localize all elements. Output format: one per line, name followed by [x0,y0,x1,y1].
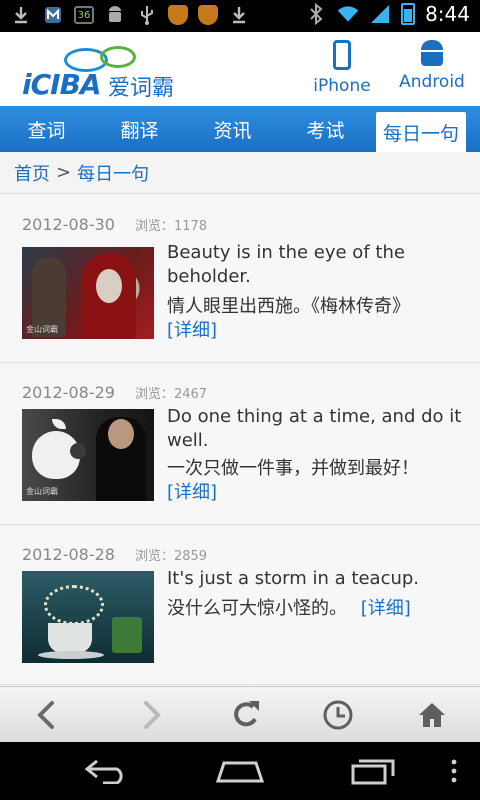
android-icon [104,4,126,26]
back-icon[interactable] [26,697,66,733]
breadcrumb-separator: > [56,162,72,183]
iciba-logo[interactable]: iCIBA 爱词霸 [22,44,182,101]
home-icon[interactable] [412,697,452,733]
entry-detail-link[interactable]: [详细] [167,481,217,505]
entry-date: 2012-08-29 [22,383,115,402]
bluetooth-icon [305,3,327,25]
entry-date: 2012-08-28 [22,545,115,564]
sentence-list: 2012-08-30 浏览：1178 金山词霸 Beauty is in the… [0,195,480,685]
list-item[interactable]: 2012-08-30 浏览：1178 金山词霸 Beauty is in the… [0,195,480,363]
entry-meta: 2012-08-29 浏览：2467 [22,383,207,402]
entry-english: It's just a storm in a teacup. [167,568,420,589]
entry-chinese: 没什么可大惊小怪的。 [167,598,347,619]
system-status: 8:44 [305,2,470,26]
nav-item-translate[interactable]: 翻译 [93,106,186,152]
logo-cn-text: 爱词霸 [108,76,175,101]
download-icon [10,4,32,26]
thumbnail-watermark: 金山词霸 [26,487,58,496]
forward-icon[interactable] [132,697,172,733]
entry-english: Beauty is in the eye of the beholder. [167,242,405,287]
signal-icon [369,3,391,25]
entry-chinese-row: 没什么可大惊小怪的。 [详细] [167,597,411,621]
entry-detail-link[interactable]: [详细] [167,319,217,343]
entry-thumbnail[interactable]: 金山词霸 [22,409,154,501]
system-menu-icon[interactable] [446,754,462,788]
entry-views: 浏览：2467 [134,387,208,402]
notification-icons: 36 [10,4,250,26]
entry-english: Do one thing at a time, and do it well. [167,406,462,451]
entry-date: 2012-08-30 [22,215,115,234]
battery-36-icon: 36 [74,6,94,24]
entry-chinese: 一次只做一件事，并做到最好！ [167,458,419,479]
iphone-label: iPhone [313,76,371,96]
iphone-link[interactable]: iPhone [312,40,372,96]
battery-icon [401,3,416,25]
entry-meta: 2012-08-28 浏览：2859 [22,545,207,564]
download-icon [228,4,250,26]
status-bar: 36 8:44 [0,0,480,32]
site-header: iCIBA 爱词霸 iPhone Android [0,32,480,106]
list-item[interactable]: 2012-08-28 浏览：2859 It's just a storm in … [0,525,480,685]
breadcrumb-current[interactable]: 每日一句 [77,160,149,186]
shield-icon [198,5,218,25]
history-icon[interactable] [318,697,358,733]
system-nav-bar [0,742,480,800]
entry-thumbnail[interactable]: 金山词霸 [22,247,154,339]
usb-icon [136,4,158,26]
main-nav: 查词 翻译 资讯 考试 每日一句 [0,106,480,152]
android-link[interactable]: Android [398,40,466,92]
nav-item-exam[interactable]: 考试 [279,106,372,152]
logo-text: iCIBA [22,68,102,101]
android-icon [421,40,443,66]
shield-icon [168,5,188,25]
list-item[interactable]: 2012-08-29 浏览：2467 金山词霸 Do one thing at … [0,363,480,525]
android-label: Android [399,72,465,92]
logo-bubble-green [100,46,136,68]
system-recents-icon[interactable] [348,754,398,788]
entry-views: 浏览：2859 [134,549,208,564]
nav-item-news[interactable]: 资讯 [186,106,279,152]
entry-detail-link[interactable]: [详细] [361,598,411,619]
thumbnail-watermark: 金山词霸 [26,325,58,334]
nav-item-lookup[interactable]: 查词 [0,106,93,152]
entry-views: 浏览：1178 [134,219,208,234]
iphone-icon [333,40,351,70]
refresh-icon[interactable] [226,697,266,733]
system-back-icon[interactable] [82,754,132,788]
nav-item-daily-sentence[interactable]: 每日一句 [376,112,466,152]
wifi-icon [337,3,359,25]
entry-thumbnail[interactable] [22,571,154,663]
breadcrumb: 首页 > 每日一句 [0,152,480,194]
mail-icon [42,4,64,26]
entry-chinese: 情人眼里出西施。《梅林传奇》 [167,296,410,317]
entry-meta: 2012-08-30 浏览：1178 [22,215,207,234]
clock: 8:44 [425,2,470,26]
system-home-icon[interactable] [212,754,268,788]
breadcrumb-home[interactable]: 首页 [14,160,50,186]
browser-toolbar [0,686,480,742]
battery-level-text: 36 [77,9,91,21]
